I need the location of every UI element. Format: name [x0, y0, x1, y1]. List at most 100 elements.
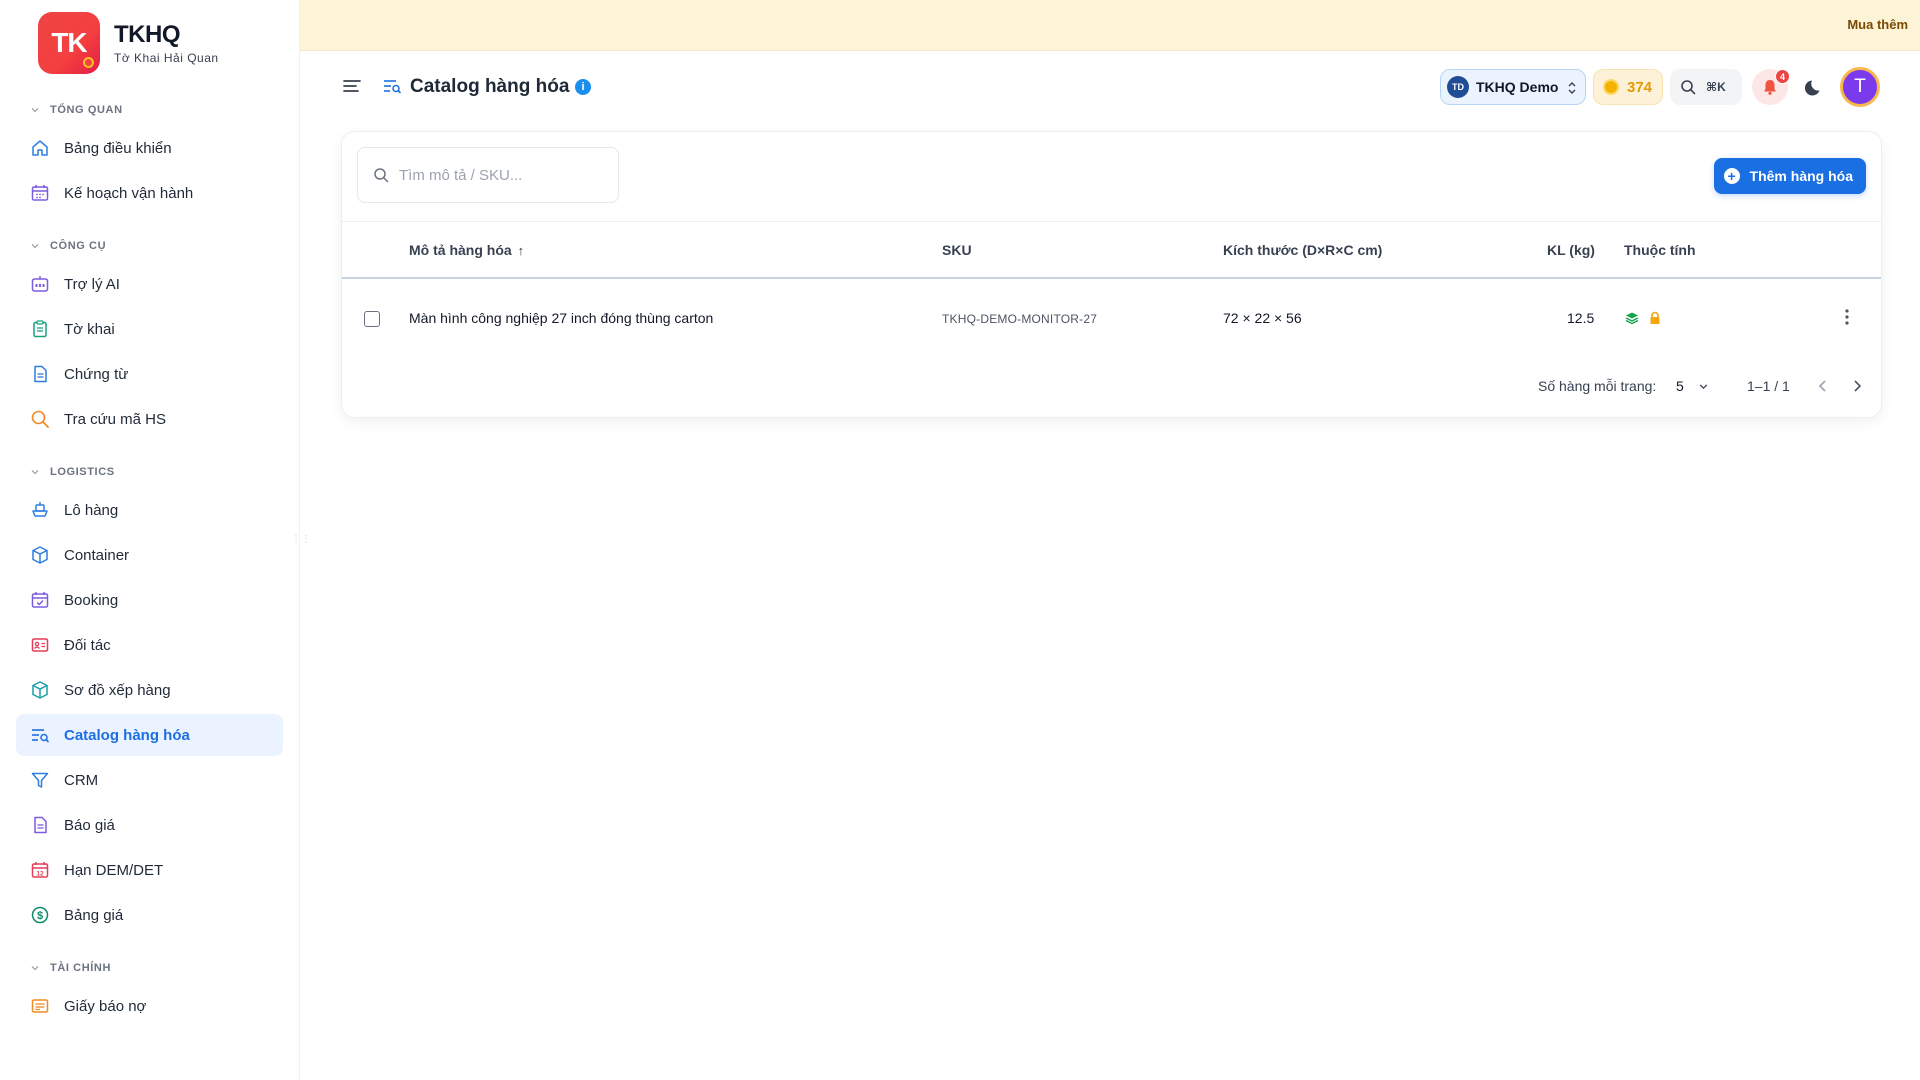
sidebar-item-ai-assistant[interactable]: Trợ lý AI	[16, 263, 283, 305]
sidebar-resize-handle[interactable]: ⋮⋮	[291, 534, 311, 545]
calendar-12-icon: 12	[29, 859, 51, 881]
sidebar-item-goods-catalog[interactable]: Catalog hàng hóa	[16, 714, 283, 756]
promo-banner: Mua thêm	[300, 0, 1920, 51]
search-icon	[29, 408, 51, 430]
column-header-weight[interactable]: KL (kg)	[1547, 242, 1595, 258]
sidebar-item-label: Catalog hàng hóa	[64, 726, 190, 744]
catalog-search-box[interactable]	[357, 147, 619, 203]
user-avatar[interactable]: T	[1840, 67, 1880, 107]
sidebar-item-partners[interactable]: Đối tác	[16, 624, 283, 666]
top-header: Catalog hàng hóa i TD TKHQ Demo 374 ⌘K 4…	[300, 52, 1920, 122]
section-tong-quan[interactable]: TỔNG QUAN	[0, 96, 299, 124]
sidebar-item-quotes[interactable]: Báo giá	[16, 804, 283, 846]
credits-badge[interactable]: 374	[1593, 69, 1663, 105]
sidebar-item-debit-note[interactable]: Giấy báo nợ	[16, 985, 283, 1027]
ship-icon	[29, 499, 51, 521]
cell-sku: TKHQ-DEMO-MONITOR-27	[942, 312, 1098, 326]
coin-icon	[1603, 79, 1619, 95]
sort-arrow-up-icon: ↑	[517, 243, 525, 258]
buy-more-link[interactable]: Mua thêm	[1847, 17, 1908, 32]
pagination-range: 1–1 / 1	[1747, 378, 1790, 394]
sidebar-item-label: Hạn DEM/DET	[64, 861, 164, 879]
chevron-down-icon	[31, 966, 39, 971]
column-header-sku[interactable]: SKU	[942, 242, 972, 258]
add-goods-button[interactable]: + Thêm hàng hóa	[1713, 158, 1866, 194]
info-icon[interactable]: i	[575, 79, 591, 95]
chevron-down-icon	[31, 108, 39, 113]
global-search-button[interactable]: ⌘K	[1670, 69, 1742, 105]
sidebar-item-dem-det[interactable]: 12 Hạn DEM/DET	[16, 849, 283, 891]
sidebar-item-operations-plan[interactable]: Kế hoạch vận hành	[16, 172, 283, 214]
section-label: TÀI CHÍNH	[50, 962, 112, 974]
calendar-grid-icon	[29, 182, 51, 204]
theme-toggle[interactable]	[1800, 72, 1830, 102]
notification-count-badge: 4	[1775, 69, 1790, 84]
menu-toggle-icon[interactable]	[342, 76, 362, 96]
notifications-button[interactable]: 4	[1752, 69, 1790, 105]
section-logistics[interactable]: LOGISTICS	[0, 458, 299, 486]
sidebar-item-declaration[interactable]: Tờ khai	[16, 308, 283, 350]
chevron-up-down-icon	[1568, 82, 1576, 94]
row-checkbox[interactable]	[364, 311, 380, 327]
section-label: LOGISTICS	[50, 466, 115, 478]
table-row[interactable]: Màn hình công nghiệp 27 inch đóng thùng …	[342, 279, 1881, 357]
brand[interactable]: TK TKHQ Tờ Khai Hải Quan	[0, 0, 299, 86]
table-pagination: Số hàng mỗi trang: 5 1–1 / 1	[342, 357, 1881, 417]
sidebar-item-dashboard[interactable]: Bảng điều khiển	[16, 127, 283, 169]
sidebar-item-shipments[interactable]: Lô hàng	[16, 489, 283, 531]
robot-icon	[29, 273, 51, 295]
funnel-icon	[29, 769, 51, 791]
rows-per-page-select[interactable]: 5	[1676, 378, 1684, 394]
section-label: TỔNG QUAN	[50, 104, 123, 116]
catalog-search-input[interactable]	[399, 166, 599, 184]
sidebar-item-label: Lô hàng	[64, 501, 119, 519]
document-icon	[29, 363, 51, 385]
sidebar-item-hs-lookup[interactable]: Tra cứu mã HS	[16, 398, 283, 440]
quote-document-icon	[29, 814, 51, 836]
table-header: Mô tả hàng hóa ↑ SKU Kích thước (D×R×C cm…	[342, 221, 1881, 279]
cell-description: Màn hình công nghiệp 27 inch đóng thùng …	[409, 310, 714, 326]
credits-count: 374	[1627, 78, 1653, 96]
section-cong-cu[interactable]: CÔNG CỤ	[0, 232, 299, 260]
sidebar-item-label: Booking	[64, 591, 119, 609]
sidebar-item-label: CRM	[64, 771, 99, 789]
sidebar-item-load-plan[interactable]: Sơ đồ xếp hàng	[16, 669, 283, 711]
sidebar-item-label: Tờ khai	[64, 320, 115, 338]
organization-switcher[interactable]: TD TKHQ Demo	[1440, 69, 1586, 105]
sidebar-item-label: Kế hoạch vận hành	[64, 184, 194, 202]
column-header-description[interactable]: Mô tả hàng hóa ↑	[409, 242, 524, 258]
column-label: Mô tả hàng hóa	[409, 242, 512, 258]
more-vertical-icon[interactable]	[1845, 308, 1849, 326]
organization-name: TKHQ Demo	[1476, 79, 1559, 95]
chevron-left-icon[interactable]	[1814, 377, 1832, 395]
sidebar-item-label: Báo giá	[64, 816, 115, 834]
sidebar-item-label: Đối tác	[64, 636, 111, 654]
sidebar-item-price-list[interactable]: $ Bảng giá	[16, 894, 283, 936]
contact-card-icon	[29, 634, 51, 656]
box-icon	[29, 544, 51, 566]
page-title: Catalog hàng hóa	[410, 76, 570, 97]
clipboard-icon	[29, 318, 51, 340]
logo-dot	[83, 57, 94, 68]
stack-layers-icon	[1625, 312, 1639, 325]
sidebar-item-crm[interactable]: CRM	[16, 759, 283, 801]
chevron-down-icon	[31, 244, 39, 249]
sidebar-item-label: Container	[64, 546, 130, 564]
section-label: CÔNG CỤ	[50, 240, 107, 252]
sidebar-item-documents[interactable]: Chứng từ	[16, 353, 283, 395]
catalog-card: + Thêm hàng hóa Mô tả hàng hóa ↑ SKU Kích…	[341, 131, 1882, 418]
svg-text:$: $	[37, 910, 43, 922]
column-header-dimensions[interactable]: Kích thước (D×R×C cm)	[1223, 242, 1382, 258]
svg-text:12: 12	[36, 871, 44, 878]
sidebar-item-label: Trợ lý AI	[64, 275, 120, 293]
sidebar-item-booking[interactable]: Booking	[16, 579, 283, 621]
chevron-right-icon[interactable]	[1848, 377, 1866, 395]
chevron-down-icon[interactable]	[1698, 381, 1709, 392]
sidebar-item-container[interactable]: Container	[16, 534, 283, 576]
receipt-icon	[29, 995, 51, 1017]
cube-icon	[29, 679, 51, 701]
app-logo: TK	[38, 12, 100, 74]
calendar-check-icon	[29, 589, 51, 611]
organization-avatar: TD	[1447, 76, 1469, 98]
section-tai-chinh[interactable]: TÀI CHÍNH	[0, 954, 299, 982]
